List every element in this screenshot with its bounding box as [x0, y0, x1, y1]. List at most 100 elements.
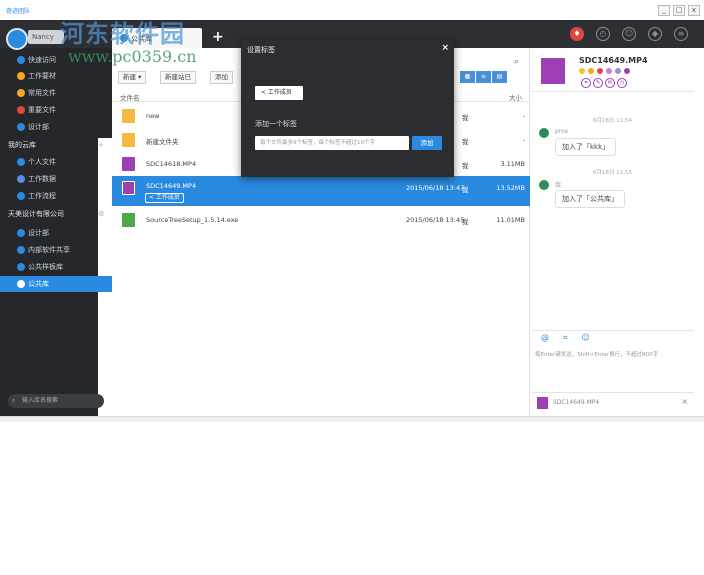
- company-header[interactable]: 天美设计有限公司 ⚙: [8, 207, 261, 575]
- message-toolbar: @ ⌗ ☺: [531, 330, 694, 344]
- sidebar-item-important-files[interactable]: 重要文件: [0, 102, 112, 118]
- sidebar-item-template-library[interactable]: 公共样板库: [0, 259, 112, 275]
- color-dot[interactable]: [606, 68, 612, 74]
- sidebar-item-work-materials[interactable]: 工作要材: [0, 68, 112, 84]
- sidebar-item-public-library[interactable]: 公共库: [0, 276, 112, 292]
- bottom-strip: [0, 416, 704, 422]
- mention-icon[interactable]: @: [541, 333, 549, 342]
- menu-icon[interactable]: ≡: [674, 27, 688, 41]
- view-mode-switch: ▦ ≡ ▤: [460, 71, 508, 83]
- contacts-icon[interactable]: ☺: [622, 27, 636, 41]
- app-window: 奇迹团队 河东软件园 www.pc0359.cn _ □ x Nancy 公共库…: [0, 0, 704, 575]
- existing-tag[interactable]: < 工作成员: [255, 86, 303, 100]
- corner-watermark: 奇迹团队: [6, 8, 31, 15]
- file-owner: 我: [462, 162, 469, 170]
- sidebar-item-software-share[interactable]: 内部软件共享: [0, 242, 112, 258]
- sidebar-item-company-design[interactable]: 设计部: [0, 225, 112, 241]
- sidebar-item-label: 公共库: [28, 280, 49, 288]
- folder-icon: [17, 263, 25, 271]
- history-icon[interactable]: ◴: [596, 27, 610, 41]
- upload-button[interactable]: 添加: [210, 71, 233, 84]
- folder-icon: [17, 280, 25, 288]
- file-name: new: [146, 112, 160, 120]
- sidebar-item-work-data[interactable]: 工作数据: [0, 171, 112, 187]
- video-file-icon: [537, 397, 548, 409]
- selected-file-footer: SDC14649.MP4 ×: [531, 392, 694, 412]
- feed-message: 加入了「公共库」: [555, 190, 625, 208]
- file-detail-panel: SDC14649.MP4 ⚭ ✎ ✉ ◷ 6月18日 11:54 prox 加入…: [531, 48, 694, 416]
- tag-icon[interactable]: ◆: [648, 27, 662, 41]
- add-tab-button[interactable]: +: [212, 29, 224, 45]
- avatar: [539, 128, 549, 138]
- file-name: SourceTreeSetup_1.5.14.exe: [146, 216, 239, 224]
- close-icon[interactable]: ×: [441, 43, 449, 53]
- color-dot[interactable]: [615, 68, 621, 74]
- file-owner: 我: [462, 114, 469, 122]
- sidebar-item-common-files[interactable]: 常用文件: [0, 85, 112, 101]
- edit-icon[interactable]: ✎: [593, 78, 603, 88]
- folder-icon: [122, 109, 135, 123]
- sidebar-item-label: 内部软件共享: [28, 246, 70, 254]
- thumbnail-view-icon[interactable]: ▦: [460, 71, 476, 83]
- maximize-button[interactable]: □: [673, 5, 685, 16]
- tag-input[interactable]: 每个文件最多9个标签，每个标签不超过10个字: [255, 136, 409, 150]
- add-tag-label: 添加一个标签: [255, 120, 297, 128]
- file-name: SDC14618.MP4: [146, 160, 197, 168]
- column-name[interactable]: 文件名: [120, 92, 140, 102]
- library-search-input[interactable]: ⌕ 输入库名搜索: [8, 394, 104, 408]
- history-icon[interactable]: ◷: [617, 78, 627, 88]
- emoji-icon[interactable]: ☺: [582, 333, 590, 342]
- minimize-button[interactable]: _: [658, 5, 670, 16]
- file-name: 新建文件夹: [146, 138, 179, 146]
- sidebar-item-label: 公共样板库: [28, 263, 63, 271]
- video-file-icon: [541, 58, 565, 84]
- user-name[interactable]: Nancy: [28, 30, 64, 44]
- color-dot[interactable]: [579, 68, 585, 74]
- message-input[interactable]: 按Enter键发送，Shift+Enter换行，不超过800字: [535, 350, 658, 358]
- sidebar-item-work-flow[interactable]: 工作流程: [0, 188, 112, 204]
- sidebar: 快速访问 工作要材 常用文件 重要文件 设计部 我的云库 + 个人文件 工作数据…: [0, 48, 261, 575]
- folder-icon: [17, 229, 25, 237]
- my-library-header[interactable]: 我的云库 +: [8, 138, 261, 506]
- column-size[interactable]: 大小: [509, 92, 522, 102]
- folder-icon: [17, 158, 25, 166]
- share-icon[interactable]: ⚭: [581, 78, 591, 88]
- search-placeholder: 输入库名搜索: [22, 397, 59, 404]
- new-button[interactable]: 新建 ▾: [118, 71, 147, 84]
- close-icon[interactable]: ×: [681, 397, 688, 406]
- attach-icon[interactable]: ⌗: [563, 333, 568, 343]
- table-row-selected[interactable]: SDC14649.MP4 < 工作成员 2015/06/18 13:47 我 1…: [112, 176, 530, 206]
- watermark-site-url: www.pc0359.cn: [68, 47, 197, 66]
- sidebar-item-label: 工作流程: [28, 192, 56, 200]
- tag-color-picker: [579, 68, 630, 74]
- add-tag-button[interactable]: 添加: [412, 136, 442, 150]
- new-folder-button[interactable]: 新建站已: [160, 71, 196, 84]
- sidebar-item-design-dept[interactable]: 设计部: [0, 119, 112, 135]
- sidebar-item-label: 设计部: [28, 229, 49, 237]
- search-icon[interactable]: ⌕: [514, 57, 519, 67]
- dialog-title: 设置标签: [247, 46, 275, 54]
- watermark-site-name: 河东软件园: [60, 19, 185, 48]
- table-row[interactable]: SourceTreeSetup_1.5.14.exe 2015/06/18 13…: [112, 208, 530, 232]
- close-window-button[interactable]: x: [688, 5, 700, 16]
- list-view-icon[interactable]: ≡: [476, 71, 492, 83]
- color-dot[interactable]: [624, 68, 630, 74]
- sidebar-item-personal-files[interactable]: 个人文件: [0, 154, 112, 170]
- feed-timestamp: 6月18日 11:54: [592, 118, 633, 124]
- file-tag-chip[interactable]: < 工作成员: [145, 193, 184, 203]
- file-size: 11.01MB: [496, 216, 525, 224]
- set-tag-dialog: 设置标签 × < 工作成员 添加一个标签 每个文件最多9个标签，每个标签不超过1…: [241, 39, 454, 177]
- grid-view-icon[interactable]: ▤: [492, 71, 508, 83]
- file-title: SDC14649.MP4: [579, 56, 648, 65]
- sidebar-item-label: 工作数据: [28, 175, 56, 183]
- notification-icon[interactable]: ♦: [570, 27, 584, 41]
- color-dot[interactable]: [588, 68, 594, 74]
- file-date: 2015/06/18 13:47: [406, 184, 465, 192]
- flag-icon: [17, 106, 25, 114]
- comment-icon[interactable]: ✉: [605, 78, 615, 88]
- color-dot[interactable]: [597, 68, 603, 74]
- sidebar-item-label: 快速访问: [28, 56, 56, 64]
- file-owner: 我: [462, 186, 469, 194]
- sidebar-item-label: 个人文件: [28, 158, 56, 166]
- file-name: SDC14649.MP4: [146, 182, 197, 190]
